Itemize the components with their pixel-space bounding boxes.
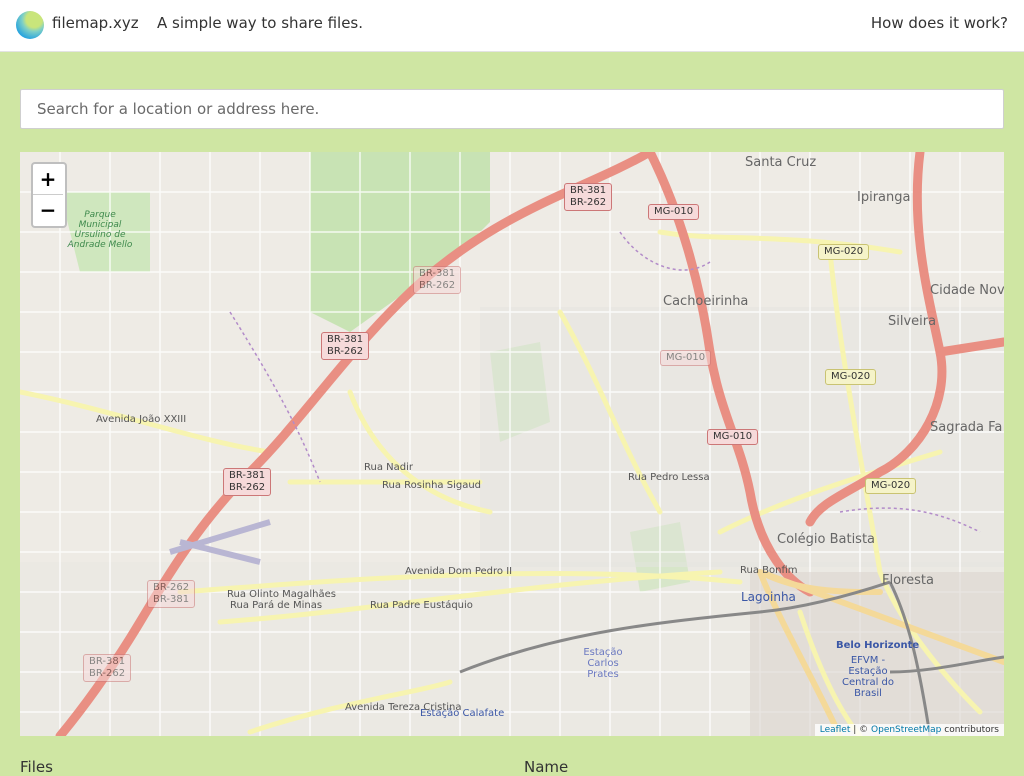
map-view[interactable]: + − Santa Cruz Ipiranga Cachoeirinha Cid…: [20, 152, 1004, 736]
map-attribution: Leaflet | © OpenStreetMap contributors: [814, 724, 1004, 736]
files-heading: Files: [20, 758, 53, 776]
map-label-estacao-carlos-prates: Estação Carlos Prates: [583, 647, 623, 680]
highway-shield-br262: BR-262 BR-381: [147, 580, 196, 608]
highway-shield-mg010: MG-010: [707, 429, 759, 445]
map-label-rua-olinto: Rua Olinto Magalhães: [227, 589, 336, 600]
zoom-in-button[interactable]: +: [33, 164, 63, 195]
map-label-rua-pedro-lessa: Rua Pedro Lessa: [628, 472, 710, 483]
map-label-silveira: Silveira: [888, 314, 937, 329]
map-label-efvm: EFVM - Estação Central do Brasil: [841, 655, 895, 699]
map-label-cidade-nova: Cidade Nov: [930, 283, 1004, 298]
map-label-floresta: Floresta: [882, 573, 934, 588]
map-label-colegio-batista: Colégio Batista: [777, 532, 876, 547]
highway-shield-mg010: MG-010: [660, 350, 712, 366]
highway-shield-br381: BR-381 BR-262: [413, 266, 462, 294]
zoom-control: + −: [31, 162, 67, 228]
name-heading: Name: [524, 758, 569, 776]
globe-logo-icon[interactable]: [16, 11, 44, 39]
map-label-rua-padre-eustaquio: Rua Padre Eustáquio: [370, 600, 473, 611]
map-label-lagoinha: Lagoinha: [741, 590, 796, 604]
highway-shield-br381: BR-381 BR-262: [564, 183, 613, 211]
tagline: A simple way to share files.: [157, 14, 364, 32]
map-label-ipiranga: Ipiranga: [857, 190, 911, 205]
highway-shield-br381: BR-381 BR-262: [83, 654, 132, 682]
highway-shield-br381: BR-381 BR-262: [223, 468, 272, 496]
map-label-rua-rosinha: Rua Rosinha Sigaud: [382, 480, 482, 491]
brand-name[interactable]: filemap.xyz: [52, 14, 139, 32]
top-navbar: filemap.xyz A simple way to share files.…: [0, 0, 1024, 52]
map-label-santa-cruz: Santa Cruz: [745, 155, 817, 170]
map-label-belo-horizonte: Belo Horizonte: [836, 640, 920, 651]
location-search-input[interactable]: [20, 89, 1004, 129]
openstreetmap-link[interactable]: OpenStreetMap: [871, 725, 941, 735]
map-label-sagrada-familia: Sagrada Fa: [930, 420, 1003, 435]
highway-shield-mg020: MG-020: [825, 369, 877, 385]
map-label-rua-nadir: Rua Nadir: [364, 462, 413, 473]
attribution-separator: | ©: [850, 725, 872, 735]
map-label-parque: Parque Municipal Ursulino de Andrade Mel…: [67, 210, 133, 250]
zoom-out-button[interactable]: −: [33, 195, 63, 225]
map-label-cachoeirinha: Cachoeirinha: [663, 294, 749, 309]
map-label-rua-bonfim: Rua Bonfim: [740, 565, 798, 576]
how-it-works-link[interactable]: How does it work?: [871, 14, 1008, 32]
map-label-av-tereza-cristina: Avenida Tereza Cristina: [345, 702, 462, 713]
highway-shield-mg020: MG-020: [818, 244, 870, 260]
map-label-rua-para-de-minas: Rua Pará de Minas: [230, 600, 323, 611]
highway-shield-mg020: MG-020: [865, 478, 917, 494]
highway-shield-mg010: MG-010: [648, 204, 700, 220]
attribution-suffix: contributors: [941, 725, 999, 735]
highway-shield-br381: BR-381 BR-262: [321, 332, 370, 360]
map-label-av-dom-pedro-ii: Avenida Dom Pedro II: [405, 566, 513, 577]
map-label-av-joao-xxiii: Avenida João XXIII: [96, 414, 187, 425]
leaflet-link[interactable]: Leaflet: [820, 725, 851, 735]
